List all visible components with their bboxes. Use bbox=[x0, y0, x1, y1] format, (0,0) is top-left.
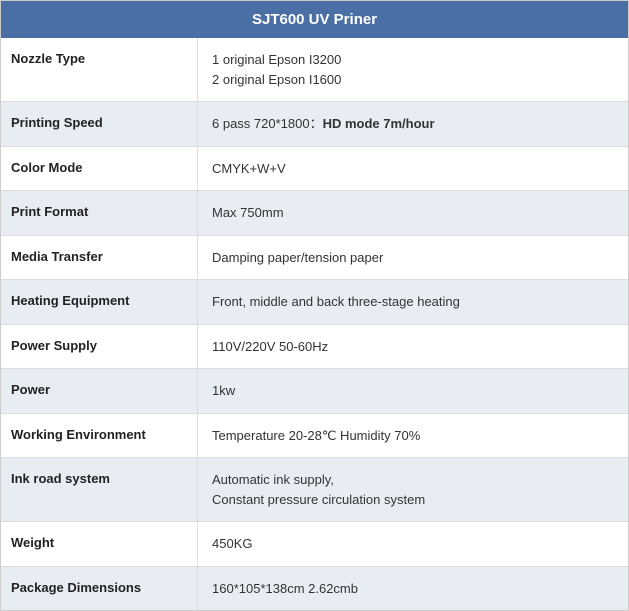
cell-value-print-format: Max 750mm bbox=[198, 191, 628, 235]
table-row-package-dimensions: Package Dimensions160*105*138cm 2.62cmb bbox=[1, 567, 628, 611]
cell-value-package-dimensions: 160*105*138cm 2.62cmb bbox=[198, 567, 628, 611]
cell-label-printing-speed: Printing Speed bbox=[1, 102, 198, 146]
cell-value-power-supply: 110V/220V 50-60Hz bbox=[198, 325, 628, 369]
table-row-power-supply: Power Supply110V/220V 50-60Hz bbox=[1, 325, 628, 370]
cell-label-weight: Weight bbox=[1, 522, 198, 566]
cell-value-working-environment: Temperature 20-28℃ Humidity 70% bbox=[198, 414, 628, 458]
cell-value-ink-road-system: Automatic ink supply,Constant pressure c… bbox=[198, 458, 628, 521]
cell-label-package-dimensions: Package Dimensions bbox=[1, 567, 198, 611]
table-row-nozzle-type: Nozzle Type1 original Epson I32002 origi… bbox=[1, 38, 628, 102]
cell-label-color-mode: Color Mode bbox=[1, 147, 198, 191]
table-row-media-transfer: Media TransferDamping paper/tension pape… bbox=[1, 236, 628, 281]
cell-value-nozzle-type: 1 original Epson I32002 original Epson I… bbox=[198, 38, 628, 101]
cell-value-weight: 450KG bbox=[198, 522, 628, 566]
table-row-color-mode: Color ModeCMYK+W+V bbox=[1, 147, 628, 192]
cell-label-ink-road-system: Ink road system bbox=[1, 458, 198, 521]
table-header: SJT600 UV Priner bbox=[1, 1, 628, 38]
table-row-print-format: Print FormatMax 750mm bbox=[1, 191, 628, 236]
table-row-power: Power1kw bbox=[1, 369, 628, 414]
cell-label-print-format: Print Format bbox=[1, 191, 198, 235]
table-row-printing-speed: Printing Speed6 pass 720*1800：HD mode 7m… bbox=[1, 102, 628, 147]
cell-label-working-environment: Working Environment bbox=[1, 414, 198, 458]
cell-value-printing-speed: 6 pass 720*1800：HD mode 7m/hour bbox=[198, 102, 628, 146]
spec-table: SJT600 UV Priner Nozzle Type1 original E… bbox=[0, 0, 629, 611]
cell-label-power: Power bbox=[1, 369, 198, 413]
table-row-ink-road-system: Ink road systemAutomatic ink supply,Cons… bbox=[1, 458, 628, 522]
table-row-heating-equipment: Heating EquipmentFront, middle and back … bbox=[1, 280, 628, 325]
cell-label-power-supply: Power Supply bbox=[1, 325, 198, 369]
cell-label-nozzle-type: Nozzle Type bbox=[1, 38, 198, 101]
table-title: SJT600 UV Priner bbox=[252, 11, 377, 28]
cell-value-media-transfer: Damping paper/tension paper bbox=[198, 236, 628, 280]
cell-value-power: 1kw bbox=[198, 369, 628, 413]
table-row-weight: Weight450KG bbox=[1, 522, 628, 567]
table-row-working-environment: Working EnvironmentTemperature 20-28℃ Hu… bbox=[1, 414, 628, 459]
cell-value-heating-equipment: Front, middle and back three-stage heati… bbox=[198, 280, 628, 324]
cell-label-heating-equipment: Heating Equipment bbox=[1, 280, 198, 324]
cell-label-media-transfer: Media Transfer bbox=[1, 236, 198, 280]
cell-value-color-mode: CMYK+W+V bbox=[198, 147, 628, 191]
